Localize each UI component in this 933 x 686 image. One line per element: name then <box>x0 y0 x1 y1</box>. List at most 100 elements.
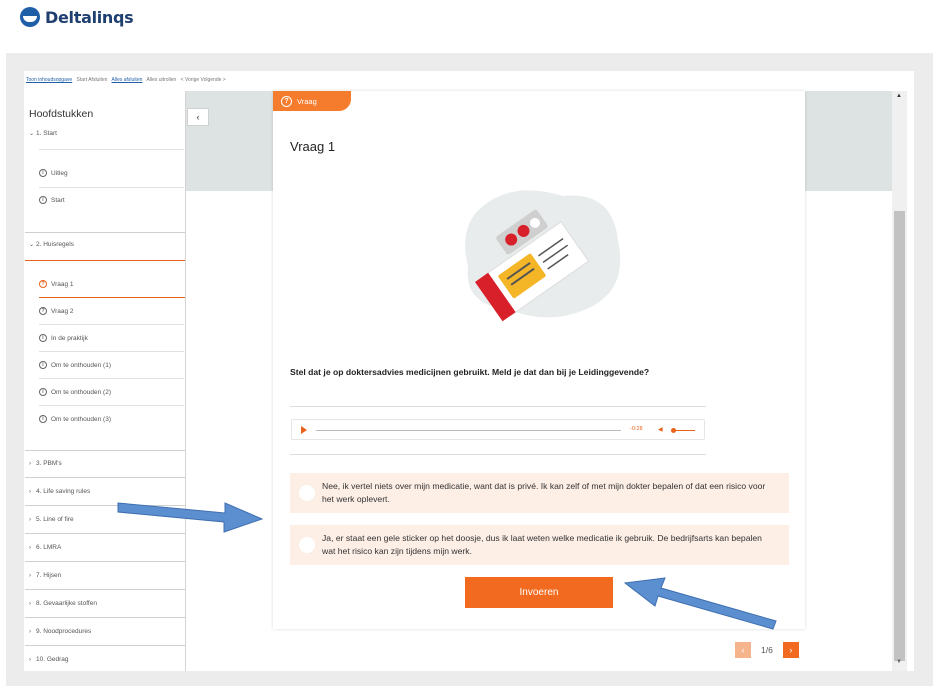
question-card: ? Vraag Vraag 1 Stel dat je op doktersad… <box>273 91 805 629</box>
question-tag: ? Vraag <box>273 91 351 111</box>
toggle-toc-link[interactable]: Toon inhoudsopgave <box>26 77 72 83</box>
collapse-sidebar-button[interactable]: ‹ <box>187 108 209 126</box>
info-icon: i <box>39 169 47 177</box>
chapter-8[interactable]: › 8. Gevaarlijke stoffen <box>29 600 185 607</box>
content-frame: Toon inhoudsopgave Start Afsluiten Alles… <box>6 53 933 686</box>
answer-text: Ja, er staat een gele sticker op het doo… <box>322 533 762 556</box>
chapter-6[interactable]: › 6. LMRA <box>29 544 185 551</box>
expand-all-link[interactable]: Alles uitrollen <box>147 77 177 83</box>
answer-text: Nee, ik vertel niets over mijn medicatie… <box>322 481 766 504</box>
divider <box>39 378 184 379</box>
scroll-down-icon[interactable]: ▼ <box>896 659 902 665</box>
next-page-button[interactable]: › <box>782 642 799 658</box>
question-icon: ? <box>281 95 292 107</box>
close-all-link[interactable]: Alles afsluiten <box>112 77 143 83</box>
divider <box>25 589 185 590</box>
chapter-3[interactable]: › 3. PBM's <box>29 460 185 467</box>
sidebar-item-label: Start <box>51 196 65 204</box>
divider <box>25 645 185 646</box>
prev-next-link[interactable]: < Vorige Volgende > <box>181 77 226 83</box>
chevron-down-icon: ⌄ <box>29 242 35 248</box>
divider <box>25 617 185 618</box>
chapter-9[interactable]: › 9. Noodprocedures <box>29 628 185 635</box>
course-player: Toon inhoudsopgave Start Afsluiten Alles… <box>24 71 914 671</box>
divider <box>25 505 185 506</box>
chapter-label: 9. Noodprocedures <box>36 628 92 635</box>
page-indicator: 1/6 <box>761 645 773 655</box>
vertical-scrollbar[interactable]: ▲ ▼ <box>892 91 907 671</box>
sidebar-item-om-te-onthouden-3[interactable]: i Om te onthouden (3) <box>39 415 184 423</box>
sidebar-item-label: Vraag 1 <box>51 280 74 288</box>
chapter-4[interactable]: › 4. Life saving rules <box>29 488 185 495</box>
radio-button[interactable] <box>299 485 315 501</box>
sidebar-item-label: Uitleg <box>51 169 68 177</box>
chevron-right-icon: › <box>29 545 31 551</box>
sidebar-item-in-de-praktijk[interactable]: i In de praktijk <box>39 334 184 342</box>
chapter-7[interactable]: › 7. Hijsen <box>29 572 185 579</box>
sidebar-item-label: Vraag 2 <box>51 307 74 315</box>
audio-section: -0:28 ◀ <box>290 406 706 456</box>
chevron-down-icon: ⌄ <box>29 131 35 137</box>
play-icon[interactable] <box>301 425 307 434</box>
chapter-10[interactable]: › 10. Gedrag <box>29 656 185 663</box>
scroll-thumb[interactable] <box>894 211 905 661</box>
divider <box>290 406 706 407</box>
chevron-left-icon: ‹ <box>196 112 200 122</box>
divider <box>25 533 185 534</box>
divider <box>25 450 185 451</box>
chapter-label: 3. PBM's <box>36 460 62 467</box>
pagination: ‹ 1/6 › <box>735 642 799 658</box>
sidebar-item-uitleg[interactable]: i Uitleg <box>39 169 184 177</box>
answer-option-2[interactable]: Ja, er staat een gele sticker op het doo… <box>290 525 789 565</box>
info-icon: i <box>39 388 47 396</box>
chapter-2[interactable]: ⌄ 2. Huisregels <box>29 241 185 248</box>
chapter-1[interactable]: ⌄ 1. Start <box>29 130 185 137</box>
submit-button[interactable]: Invoeren <box>465 577 613 608</box>
radio-button[interactable] <box>299 537 315 553</box>
chapter-label: 5. Line of fire <box>36 516 74 523</box>
chevron-right-icon: › <box>29 601 31 607</box>
sidebar-item-vraag-2[interactable]: ? Vraag 2 <box>39 307 184 315</box>
sidebar-item-start[interactable]: i Start <box>39 196 184 204</box>
audio-time: -0:28 <box>630 426 643 432</box>
question-icon: ? <box>39 307 47 315</box>
chapter-label: 8. Gevaarlijke stoffen <box>36 600 97 607</box>
sidebar-item-om-te-onthouden-2[interactable]: i Om te onthouden (2) <box>39 388 184 396</box>
brand-name: Deltalinqs <box>45 7 134 27</box>
divider <box>39 351 184 352</box>
answer-option-1[interactable]: Nee, ik vertel niets over mijn medicatie… <box>290 473 789 513</box>
sidebar-item-label: Om te onthouden (2) <box>51 388 111 396</box>
audio-progress-track[interactable] <box>316 430 621 431</box>
sidebar-item-label: Om te onthouden (1) <box>51 361 111 369</box>
sidebar-item-vraag-1[interactable]: ? Vraag 1 <box>39 280 184 288</box>
chevron-right-icon: › <box>29 517 31 523</box>
tag-label: Vraag <box>297 96 317 106</box>
chapter-5[interactable]: › 5. Line of fire <box>29 516 185 523</box>
chapter-label: 2. Huisregels <box>36 241 74 248</box>
divider <box>25 232 185 233</box>
chapter-label: 4. Life saving rules <box>36 488 91 495</box>
info-icon: i <box>39 361 47 369</box>
chevron-right-icon: › <box>29 461 31 467</box>
info-icon: i <box>39 196 47 204</box>
volume-slider[interactable] <box>673 430 695 431</box>
top-navigation-links: Toon inhoudsopgave Start Afsluiten Alles… <box>26 77 229 83</box>
sidebar-item-label: In de praktijk <box>51 334 88 342</box>
info-icon: i <box>39 334 47 342</box>
divider <box>25 477 185 478</box>
volume-icon[interactable]: ◀ <box>658 426 663 433</box>
chevron-right-icon: › <box>29 629 31 635</box>
start-close-link[interactable]: Start Afsluiten <box>77 77 108 83</box>
scroll-up-icon[interactable]: ▲ <box>896 93 902 99</box>
active-chapter-divider <box>25 260 185 261</box>
sidebar-title: Hoofdstukken <box>29 108 94 120</box>
brand-logo: Deltalinqs <box>20 7 134 27</box>
chevron-right-icon: › <box>29 573 31 579</box>
audio-player: -0:28 ◀ <box>291 419 705 440</box>
active-item-underline <box>39 297 185 298</box>
previous-page-button[interactable]: ‹ <box>735 642 751 658</box>
chapter-label: 10. Gedrag <box>36 656 69 663</box>
divider <box>39 187 184 188</box>
sidebar-item-om-te-onthouden-1[interactable]: i Om te onthouden (1) <box>39 361 184 369</box>
chevron-right-icon: › <box>29 657 31 663</box>
